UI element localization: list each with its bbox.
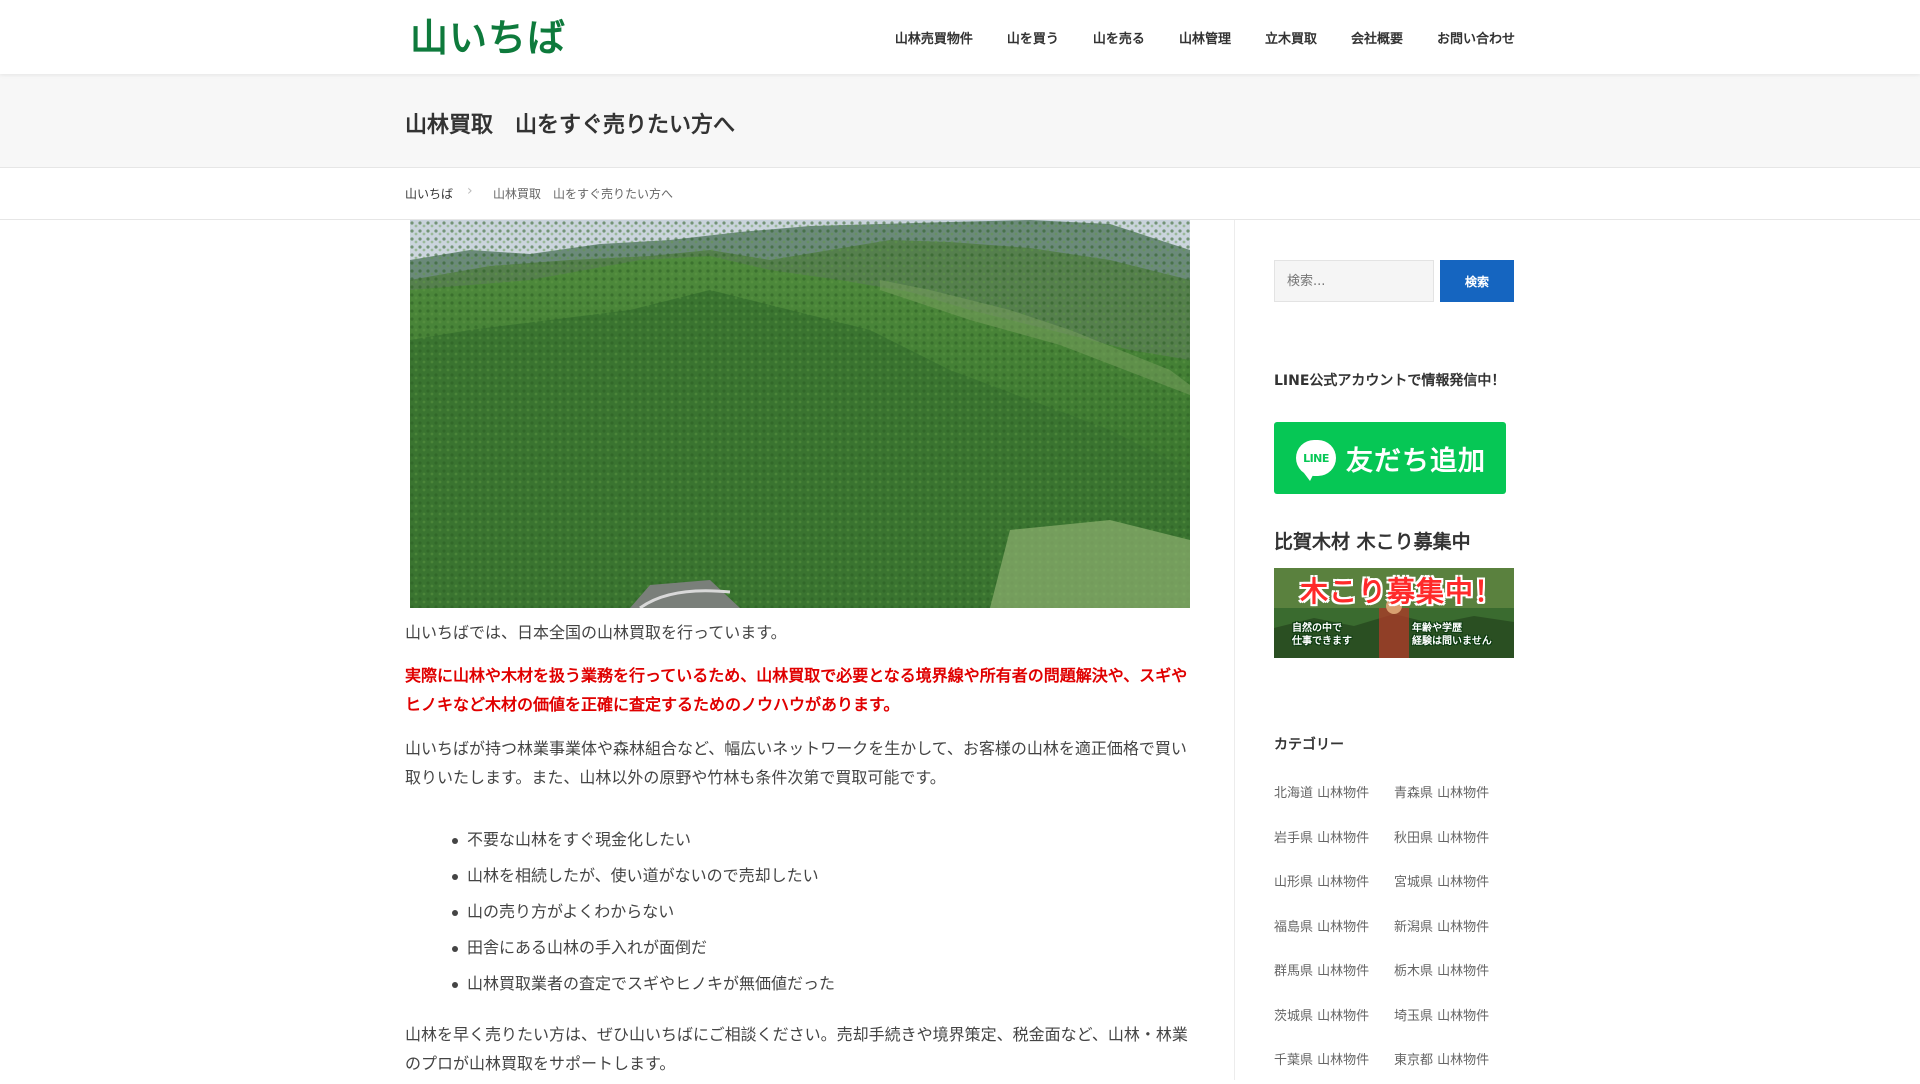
category-link[interactable]: 茨城県 山林物件 <box>1274 995 1394 1040</box>
nav-item-sell[interactable]: 山を売る <box>1093 28 1145 47</box>
nav-item-contact[interactable]: お問い合わせ <box>1437 28 1515 47</box>
highlight-text: 実際に山林や木材を扱う業務を行っているため、山林買取で必要となる境界線や所有者の… <box>405 666 1188 714</box>
nav-item-management[interactable]: 山林管理 <box>1179 28 1231 47</box>
line-heading: LINE公式アカウントで情報発信中！ <box>1274 373 1506 389</box>
page-title: 山林買取 山をすぐ売りたい方へ <box>405 113 736 138</box>
category-link[interactable]: 埼玉県 山林物件 <box>1394 995 1514 1040</box>
chevron-right-icon: › <box>467 183 473 199</box>
nav-item-buy[interactable]: 山を買う <box>1007 28 1059 47</box>
nav-item-timber[interactable]: 立木買取 <box>1265 28 1317 47</box>
network-text: 山いちばが持つ林業事業体や森林組合など、幅広いネットワークを生かして、お客様の山… <box>405 739 1187 787</box>
intro-text: 山いちばでは、日本全国の山林買取を行っています。 <box>405 623 787 642</box>
list-item: 不要な山林をすぐ現金化したい <box>451 822 835 858</box>
line-logo-text: LINE <box>1303 451 1329 465</box>
breadcrumb: 山いちば › 山林買取 山をすぐ売りたい方へ <box>0 168 1920 220</box>
concern-list: 不要な山林をすぐ現金化したい 山林を相続したが、使い道がないので売却したい 山の… <box>451 822 835 1002</box>
breadcrumb-current: 山林買取 山をすぐ売りたい方へ <box>493 187 674 201</box>
line-button-label: 友だち追加 <box>1346 445 1486 477</box>
nav-item-company[interactable]: 会社概要 <box>1351 28 1403 47</box>
title-band: 山林買取 山をすぐ売りたい方へ <box>0 74 1920 168</box>
recruit-left-text: 自然の中で 仕事できます <box>1292 623 1352 647</box>
closing-text: 山林を早く売りたい方は、ぜひ山いちばにご相談ください。売却手続きや境界策定、税金… <box>405 1025 1188 1073</box>
category-link[interactable]: 福島県 山林物件 <box>1274 906 1394 951</box>
category-link[interactable]: 宮城県 山林物件 <box>1394 861 1514 906</box>
recruit-heading: 比賀木材 木こり募集中 <box>1274 531 1471 553</box>
category-link[interactable]: 新潟県 山林物件 <box>1394 906 1514 951</box>
category-link[interactable]: 千葉県 山林物件 <box>1274 1039 1394 1084</box>
sidebar-divider <box>1234 220 1235 1080</box>
list-item: 山林買取業者の査定でスギやヒノキが無価値だった <box>451 966 835 1002</box>
breadcrumb-home[interactable]: 山いちば <box>405 185 453 202</box>
category-link[interactable]: 北海道 山林物件 <box>1274 772 1394 817</box>
list-item: 山林を相続したが、使い道がないので売却したい <box>451 858 835 894</box>
site-header: 山いちば 山林売買物件 山を買う 山を売る 山林管理 立木買取 会社概要 お問い… <box>0 0 1920 74</box>
category-link[interactable]: 山形県 山林物件 <box>1274 861 1394 906</box>
nav-item-properties[interactable]: 山林売買物件 <box>895 28 973 47</box>
recruit-right-text: 年齢や学歴 経験は問いません <box>1412 623 1492 647</box>
category-link[interactable]: 東京都 山林物件 <box>1394 1039 1514 1084</box>
list-item: 山の売り方がよくわからない <box>451 894 835 930</box>
category-link[interactable]: 栃木県 山林物件 <box>1394 950 1514 995</box>
line-add-friend-button[interactable]: LINE 友だち追加 <box>1274 422 1506 494</box>
category-link[interactable]: 秋田県 山林物件 <box>1394 817 1514 862</box>
site-logo[interactable]: 山いちば <box>410 16 566 60</box>
category-heading: カテゴリー <box>1274 737 1344 753</box>
main-nav: 山林売買物件 山を買う 山を売る 山林管理 立木買取 会社概要 お問い合わせ <box>861 0 1515 74</box>
line-icon: LINE <box>1296 440 1336 481</box>
category-link[interactable]: 青森県 山林物件 <box>1394 772 1514 817</box>
category-link[interactable]: 群馬県 山林物件 <box>1274 950 1394 995</box>
recruit-title: 木こり募集中！ <box>1300 575 1504 608</box>
search-button[interactable]: 検索 <box>1440 260 1514 302</box>
hero-image <box>410 220 1190 608</box>
category-link[interactable]: 岩手県 山林物件 <box>1274 817 1394 862</box>
list-item: 田舎にある山林の手入れが面倒だ <box>451 930 835 966</box>
search-input[interactable] <box>1274 260 1434 302</box>
category-list: 北海道 山林物件 青森県 山林物件 岩手県 山林物件 秋田県 山林物件 山形県 … <box>1274 772 1514 1084</box>
recruit-banner[interactable]: 木こり募集中！ 自然の中で 仕事できます 年齢や学歴 経験は問いません <box>1274 568 1514 658</box>
forest-mountain-photo <box>410 220 1190 608</box>
